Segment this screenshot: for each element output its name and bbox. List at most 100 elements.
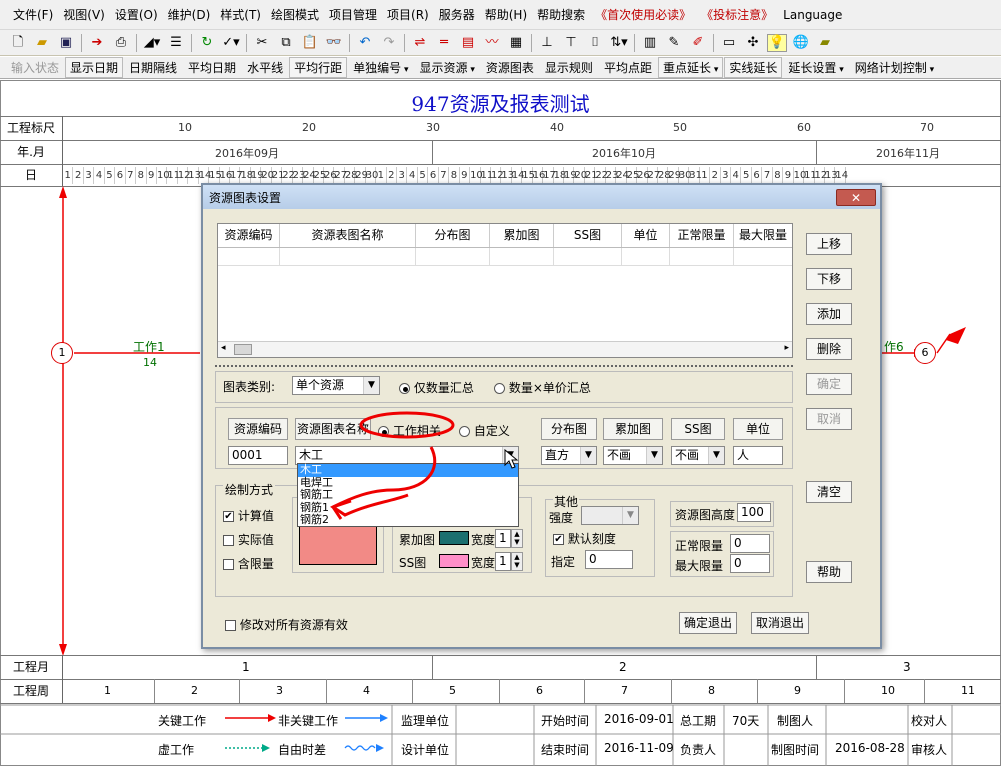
close-icon[interactable]: ✕ (836, 188, 876, 206)
end-node[interactable]: 6 (914, 342, 936, 364)
extend-settings-button[interactable]: 延长设置 (783, 57, 848, 78)
solid-extend-button[interactable]: 实线延长 (724, 57, 783, 78)
default-scale-checkbox[interactable]: ✔ (553, 534, 564, 545)
move-down-button[interactable]: 下移 (806, 268, 852, 290)
menu-language[interactable]: Language (778, 8, 847, 22)
edit-icon[interactable]: ✐ (688, 34, 708, 52)
help-button[interactable]: 帮助 (806, 561, 852, 583)
work-related-radio[interactable] (378, 426, 389, 437)
scroll-right-icon[interactable]: ▸ (784, 343, 789, 353)
show-date-button[interactable]: 显示日期 (65, 57, 124, 78)
line-chart-icon[interactable]: 〰 (482, 34, 502, 52)
dist-select[interactable]: 直方 ▼ (541, 446, 597, 465)
paste-icon[interactable]: 📋 (300, 34, 320, 52)
accum-width-input[interactable]: 1 (495, 529, 511, 548)
settings-icon[interactable]: ✣ (743, 34, 763, 52)
monitor-icon[interactable]: ▭ (719, 34, 739, 52)
menu-style[interactable]: 样式(T) (215, 6, 266, 23)
stack-icon[interactable]: ▦ (506, 34, 526, 52)
menu-help[interactable]: 帮助(H) (480, 6, 532, 23)
clear-button[interactable]: 清空 (806, 481, 852, 503)
accum-color-swatch[interactable] (439, 530, 469, 545)
menu-settings[interactable]: 设置(O) (110, 6, 163, 23)
add-button[interactable]: 添加 (806, 303, 852, 325)
menu-project-manage[interactable]: 项目管理 (324, 6, 382, 23)
input-state-button[interactable]: 输入状态 (6, 57, 64, 78)
dropdown-option[interactable]: 钢筋2 (298, 514, 518, 527)
split-icon[interactable]: ⊥ (537, 34, 557, 52)
custom-radio[interactable] (459, 426, 470, 437)
apply-all-checkbox[interactable] (225, 620, 236, 631)
menu-server[interactable]: 服务器 (434, 6, 480, 23)
fill-icon[interactable]: ◢▾ (142, 34, 162, 52)
globe-icon[interactable]: 🌐 (791, 34, 811, 52)
resource-table[interactable]: 资源编码 资源表图名称 分布图 累加图 SS图 单位 正常限量 最大限量 ◂ ▸ (217, 223, 793, 358)
resource-name-dropdown[interactable]: 木工 电焊工 钢筋工 钢筋1 钢筋2 (297, 463, 519, 527)
menu-first-use[interactable]: 《首次使用必读》 (590, 6, 696, 23)
col-header[interactable]: 累加图 (490, 224, 554, 247)
specify-input[interactable]: 0 (585, 550, 633, 569)
network-icon[interactable]: ⇌ (410, 34, 430, 52)
start-node[interactable]: 1 (51, 342, 73, 364)
show-resource-button[interactable]: 显示资源 (415, 57, 480, 78)
confirm-button[interactable]: 确定 (806, 373, 852, 395)
ss-select[interactable]: 不画 ▼ (671, 446, 725, 465)
hline-button[interactable]: 水平线 (242, 57, 288, 78)
cut-icon[interactable]: ✂ (252, 34, 272, 52)
resource-chart-button[interactable]: 资源图表 (481, 57, 539, 78)
table-hscrollbar[interactable]: ◂ ▸ (218, 341, 792, 357)
new-file-icon[interactable]: 🗋 (8, 34, 28, 52)
accum-select[interactable]: 不画 ▼ (603, 446, 663, 465)
network-control-button[interactable]: 网络计划控制 (850, 57, 939, 78)
work6-label[interactable]: 作6 (884, 338, 904, 355)
find-icon[interactable]: 👓 (324, 34, 344, 52)
menu-bid-notice[interactable]: 《投标注意》 (696, 6, 778, 23)
ok-button[interactable]: 确定退出 (679, 612, 737, 634)
refresh-icon[interactable]: ↻ (197, 34, 217, 52)
library-icon[interactable]: ▥ (640, 34, 660, 52)
menu-maintain[interactable]: 维护(D) (163, 6, 216, 23)
work1-label[interactable]: 工作1 (133, 338, 165, 355)
ss-width-input[interactable]: 1 (495, 552, 511, 571)
bulb-icon[interactable]: 💡 (767, 33, 787, 52)
menu-file[interactable]: 文件(F) (8, 6, 58, 23)
save-icon[interactable]: ▣ (56, 34, 76, 52)
avg-point-button[interactable]: 平均点距 (599, 57, 657, 78)
redo-icon[interactable]: ↷ (379, 34, 399, 52)
cancel-exit-button[interactable]: 取消退出 (751, 612, 809, 634)
export-icon[interactable]: ➔ (87, 34, 107, 52)
col-header[interactable]: 分布图 (416, 224, 490, 247)
bracket-icon[interactable]: ⌷ (585, 34, 605, 52)
sum-qty-radio[interactable] (399, 383, 410, 394)
avg-date-button[interactable]: 平均日期 (183, 57, 241, 78)
merge-icon[interactable]: ⊤ (561, 34, 581, 52)
ss-width-stepper[interactable]: ▲ ▼ (511, 552, 523, 571)
dropdown-option[interactable]: 钢筋工 (298, 489, 518, 502)
normal-limit-input[interactable]: 0 (730, 534, 770, 553)
date-grid-button[interactable]: 日期隔线 (124, 57, 182, 78)
avg-row-button[interactable]: 平均行距 (289, 57, 348, 78)
tools-icon[interactable]: ✎ (664, 34, 684, 52)
sort-icon[interactable]: ⇅▾ (609, 34, 629, 52)
align-icon[interactable]: ☰ (166, 34, 186, 52)
key-extend-button[interactable]: 重点延长 (657, 57, 724, 78)
check-icon[interactable]: ✓▾ (221, 34, 241, 52)
sum-price-radio[interactable] (494, 383, 505, 394)
copy-icon[interactable]: ⧉ (276, 34, 296, 52)
actual-checkbox[interactable] (223, 535, 234, 546)
dropdown-option[interactable]: 钢筋1 (298, 501, 518, 515)
height-input[interactable]: 100 (737, 503, 771, 522)
limit-checkbox[interactable] (223, 559, 234, 570)
bar-icon[interactable]: ═ (434, 34, 454, 52)
ss-color-swatch[interactable] (439, 553, 469, 568)
col-header[interactable]: SS图 (554, 224, 622, 247)
col-header[interactable]: 正常限量 (670, 224, 734, 247)
menu-help-search[interactable]: 帮助搜索 (532, 6, 590, 23)
calc-checkbox[interactable]: ✔ (223, 511, 234, 522)
scroll-thumb[interactable] (234, 344, 252, 355)
col-header[interactable]: 单位 (622, 224, 670, 247)
menu-view[interactable]: 视图(V) (58, 6, 110, 23)
intensity-select[interactable]: ▼ (581, 506, 639, 525)
unit-input[interactable]: 人 (733, 446, 783, 465)
menu-draw-mode[interactable]: 绘图模式 (266, 6, 324, 23)
